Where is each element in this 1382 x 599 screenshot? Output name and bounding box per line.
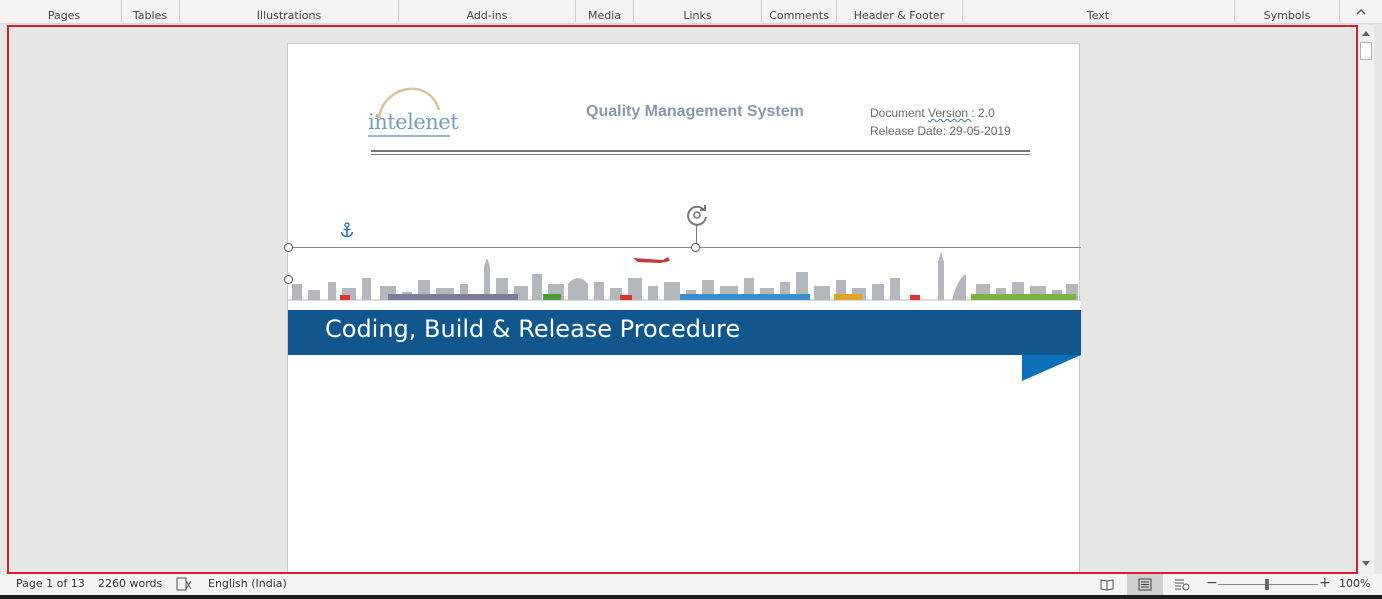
ribbon-group-media[interactable]: Media bbox=[576, 0, 633, 24]
zoom-in-button[interactable]: + bbox=[1319, 575, 1331, 591]
scroll-thumb[interactable] bbox=[1360, 42, 1372, 60]
chevron-up-icon bbox=[1356, 9, 1366, 15]
language-indicator[interactable]: English (India) bbox=[208, 577, 287, 590]
print-layout-icon bbox=[1138, 578, 1152, 591]
ribbon-group-text[interactable]: Text bbox=[963, 0, 1233, 24]
ribbon-group-comments[interactable]: Comments bbox=[762, 0, 836, 24]
header-rule bbox=[371, 154, 1030, 155]
document-page[interactable]: intelenet Quality Management System Docu… bbox=[284, 43, 1081, 572]
ribbon-group-links[interactable]: Links bbox=[634, 0, 761, 24]
ribbon-group-labels: Pages Tables Illustrations Add-ins Media… bbox=[0, 0, 1382, 24]
logo-text: intelenet bbox=[368, 110, 459, 134]
triangle-down-icon bbox=[1362, 561, 1370, 566]
taskbar-edge bbox=[0, 595, 1382, 599]
ribbon-group-tables[interactable]: Tables bbox=[122, 0, 178, 24]
release-date: Release Date: 29-05-2019 bbox=[870, 124, 1011, 138]
word-count[interactable]: 2260 words bbox=[98, 577, 162, 590]
zoom-slider-thumb[interactable] bbox=[1265, 579, 1269, 590]
version-word: Version bbox=[928, 106, 972, 120]
rotate-handle-icon[interactable] bbox=[684, 202, 710, 228]
read-mode-icon bbox=[1100, 579, 1114, 591]
scroll-up-button[interactable] bbox=[1360, 28, 1372, 40]
zoom-level[interactable]: 100% bbox=[1339, 577, 1370, 590]
ribbon-group-symbols[interactable]: Symbols bbox=[1235, 0, 1339, 24]
print-layout-button[interactable] bbox=[1127, 574, 1163, 595]
scroll-down-button[interactable] bbox=[1360, 559, 1372, 571]
ribbon-group-pages[interactable]: Pages bbox=[14, 0, 114, 24]
document-version: Document Version : 2.0 bbox=[870, 104, 1011, 122]
ribbon-group-add-ins[interactable]: Add-ins bbox=[399, 0, 575, 24]
version-value: : 2.0 bbox=[971, 106, 995, 120]
cover-title: Coding, Build & Release Procedure bbox=[325, 315, 741, 343]
anchor-icon[interactable] bbox=[340, 222, 354, 238]
read-mode-button[interactable] bbox=[1091, 574, 1123, 595]
document-canvas[interactable]: intelenet Quality Management System Docu… bbox=[7, 25, 1358, 574]
ribbon-group-header-footer[interactable]: Header & Footer bbox=[837, 0, 961, 24]
vertical-scrollbar[interactable] bbox=[1358, 25, 1374, 574]
ribbon-group-illustrations[interactable]: Illustrations bbox=[180, 0, 398, 24]
zoom-out-button[interactable]: − bbox=[1206, 575, 1218, 591]
proofing-icon[interactable] bbox=[176, 577, 192, 591]
cover-title-bar: Coding, Build & Release Procedure bbox=[288, 310, 1081, 355]
version-label: Document bbox=[870, 106, 929, 120]
web-layout-button[interactable] bbox=[1166, 574, 1198, 595]
logo-underline bbox=[368, 135, 450, 137]
collapse-ribbon-button[interactable] bbox=[1354, 7, 1368, 21]
web-layout-icon bbox=[1175, 579, 1190, 591]
triangle-up-icon bbox=[1362, 31, 1370, 36]
city-skyline-image[interactable] bbox=[288, 248, 1081, 310]
page-count[interactable]: Page 1 of 13 bbox=[16, 577, 85, 590]
ribbon-divider bbox=[1339, 0, 1340, 22]
status-bar: Page 1 of 13 2260 words English (India) … bbox=[0, 574, 1382, 595]
header-rule bbox=[371, 150, 1030, 152]
document-meta: Document Version : 2.0 Release Date: 29-… bbox=[870, 104, 1011, 140]
header-title: Quality Management System bbox=[586, 103, 804, 120]
cover-wedge-shape bbox=[1022, 355, 1081, 381]
